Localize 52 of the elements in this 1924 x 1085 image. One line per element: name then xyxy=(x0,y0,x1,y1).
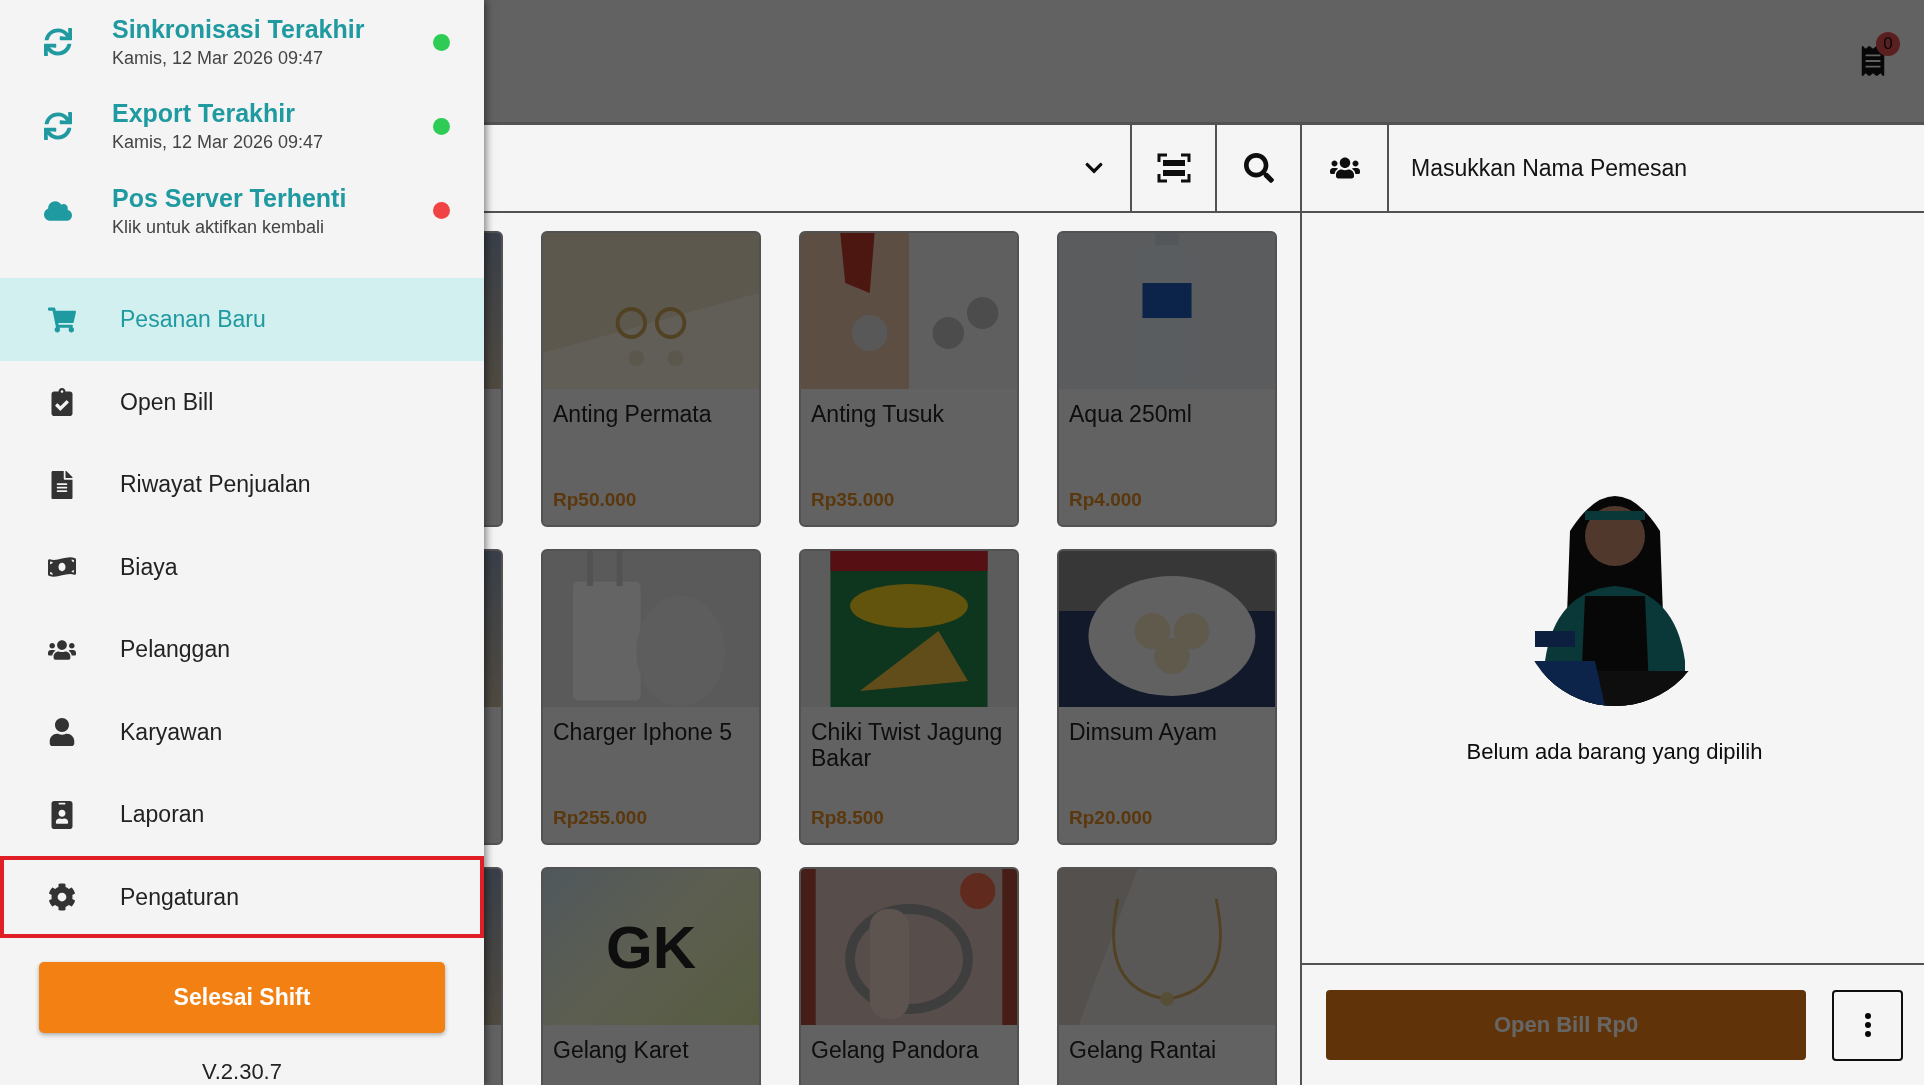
product-card[interactable]: Aqua 250ml Rp4.000 xyxy=(1057,231,1277,527)
product-card[interactable]: Charger Iphone 5 Rp255.000 xyxy=(541,549,761,845)
product-price: Rp8.500 xyxy=(811,807,885,829)
product-card[interactable]: GK Gelang Karet xyxy=(541,867,761,1085)
menu-item[interactable]: Pesanan Baru xyxy=(0,278,484,361)
product-price: Rp50.000 xyxy=(553,489,638,511)
count-badge: 0 xyxy=(1876,32,1900,56)
end-shift-button[interactable]: Selesai Shift xyxy=(39,962,445,1033)
menu-item[interactable]: Karyawan xyxy=(0,690,484,774)
more-icon xyxy=(1864,1013,1871,1037)
product-name: Aqua 250ml xyxy=(1069,401,1193,428)
menu-item[interactable]: Laporan xyxy=(0,773,484,856)
more-button[interactable] xyxy=(1832,989,1903,1061)
empty-cart-message: Belum ada barang yang dipilih xyxy=(1466,739,1763,765)
product-price: Rp255.000 xyxy=(553,807,648,829)
status-item[interactable]: Sinkronisasi Terakhir Kamis, 12 Mar 2026 09:47 xyxy=(0,0,484,85)
status-item[interactable]: Export Terakhir Kamis, 12 Mar 2026 09:47 xyxy=(0,84,484,169)
menu-item[interactable]: Pelanggan xyxy=(0,608,484,691)
status-subtitle: Klik untuk aktifkan kembali xyxy=(112,216,326,238)
product-price: Rp4.000 xyxy=(1069,489,1143,511)
product-name: Gelang Pandora xyxy=(811,1037,980,1064)
menu-item[interactable]: Riwayat Penjualan xyxy=(0,443,484,526)
product-name: Anting Permata xyxy=(553,401,713,428)
status-title: Sinkronisasi Terakhir xyxy=(112,15,366,45)
product-name: Gelang Karet xyxy=(553,1037,690,1064)
product-name: Charger Iphone 5 xyxy=(553,719,733,746)
product-name: Gelang Rantai xyxy=(1069,1037,1218,1064)
scan-icon xyxy=(1156,153,1191,183)
product-card[interactable]: Gelang Pandora xyxy=(799,867,1019,1085)
product-card[interactable]: Gelang Rantai xyxy=(1057,867,1277,1085)
open-bill-button[interactable]: Open Bill Rp0 xyxy=(1326,990,1806,1060)
customer-name-field[interactable]: Masukkan Nama Pemesan xyxy=(1389,125,1924,211)
version-label: V.2.30.7 xyxy=(201,1059,283,1085)
product-price: Rp20.000 xyxy=(1069,807,1154,829)
status-subtitle: Kamis, 12 Mar 2026 09:47 xyxy=(112,132,325,154)
product-price: Rp35.000 xyxy=(811,489,896,511)
status-title: Export Terakhir xyxy=(112,99,296,129)
status-subtitle: Kamis, 12 Mar 2026 09:47 xyxy=(112,48,325,70)
menu-item[interactable]: Pengaturan xyxy=(0,855,484,939)
product-card[interactable]: Anting Permata Rp50.000 xyxy=(541,231,761,527)
menu-item[interactable]: Biaya xyxy=(0,525,484,609)
product-card[interactable]: Anting Tusuk Rp35.000 xyxy=(799,231,1019,527)
product-name: Anting Tusuk xyxy=(811,401,945,428)
product-name: Chiki Twist Jagung Bakar xyxy=(811,719,1004,772)
menu-item[interactable]: Open Bill xyxy=(0,360,484,444)
status-title: Pos Server Terhenti xyxy=(112,183,348,213)
product-card[interactable]: Dimsum Ayam Rp20.000 xyxy=(1057,549,1277,845)
product-initials: GK xyxy=(606,912,696,982)
product-card[interactable]: Chiki Twist Jagung Bakar Rp8.500 xyxy=(799,549,1019,845)
search-icon xyxy=(1243,153,1274,183)
product-name: Dimsum Ayam xyxy=(1069,719,1218,746)
status-item[interactable]: Pos Server Terhenti Klik untuk aktifkan kembali xyxy=(0,168,484,253)
